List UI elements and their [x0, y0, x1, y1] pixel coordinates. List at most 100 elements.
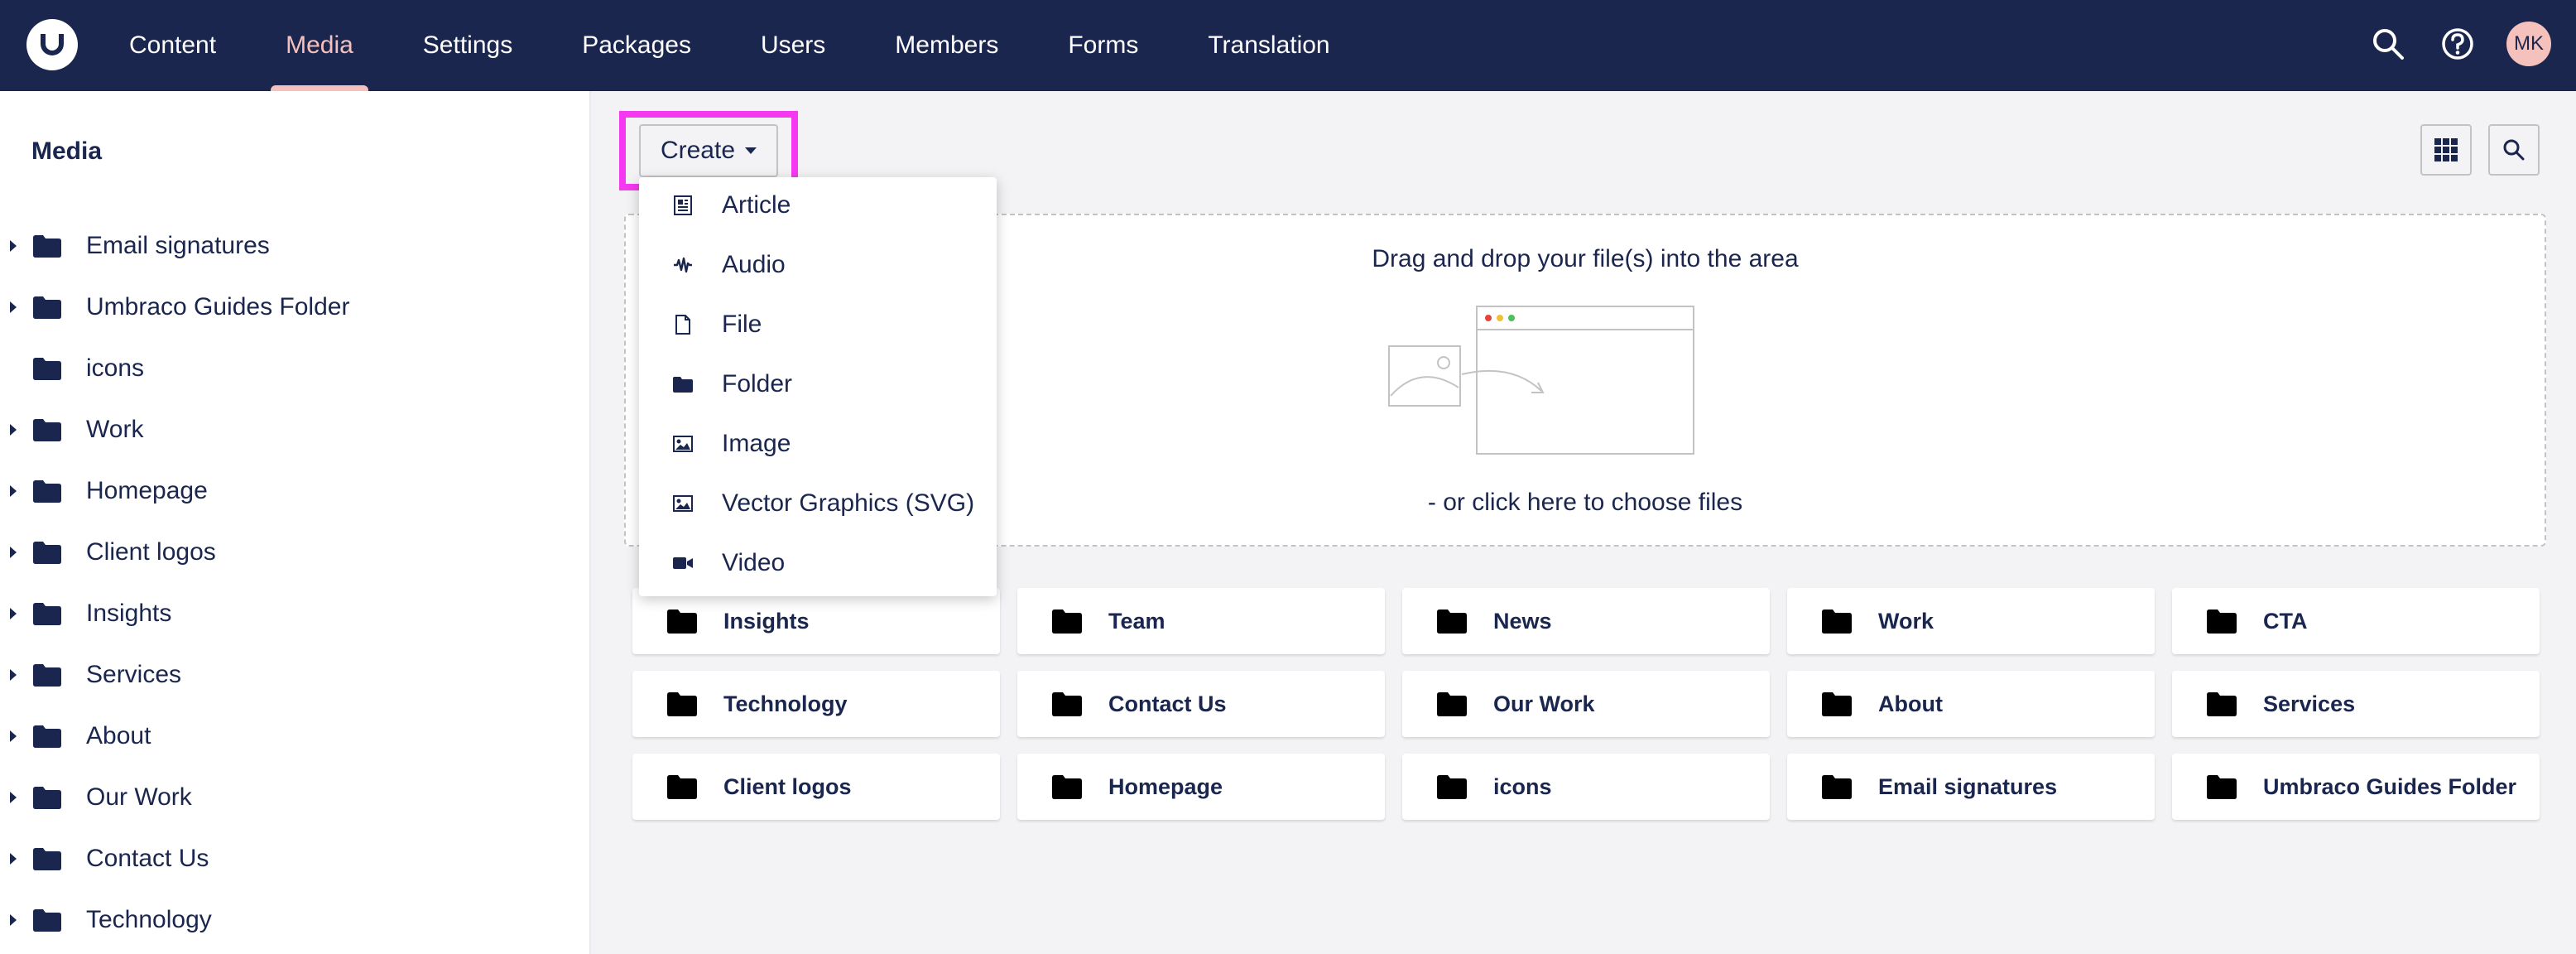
tree-item[interactable]: Contact Us [0, 828, 591, 889]
nav-users[interactable]: Users [761, 0, 825, 91]
menu-item-file[interactable]: File [639, 295, 997, 354]
folder-icon [33, 909, 61, 932]
folder-card-label: Services [2263, 691, 2356, 716]
folder-card-label: Technology [723, 691, 848, 716]
expand-caret-icon[interactable] [10, 424, 17, 436]
tree-item[interactable]: Insights [0, 583, 591, 644]
folder-card[interactable]: Homepage [1017, 754, 1385, 820]
folder-card[interactable]: Work [1787, 588, 2155, 654]
menu-item-article[interactable]: Article [639, 176, 997, 235]
folder-icon [1437, 775, 1467, 799]
folder-card[interactable]: Our Work [1402, 671, 1770, 737]
expand-caret-icon[interactable] [10, 792, 17, 803]
menu-item-label: Video [722, 549, 786, 576]
tree-item[interactable]: Work [0, 399, 591, 460]
folder-icon [33, 664, 61, 687]
nav-media[interactable]: Media [271, 0, 368, 91]
expand-caret-icon[interactable] [10, 547, 17, 558]
folder-icon [1437, 692, 1467, 716]
chevron-down-icon [745, 147, 757, 154]
expand-caret-icon[interactable] [10, 730, 17, 742]
folder-icon [667, 692, 697, 716]
create-dropdown-menu: Article Audio File Folder Image Vector G… [639, 177, 997, 596]
grid-view-button[interactable] [2420, 124, 2472, 176]
nav-content[interactable]: Content [129, 0, 216, 91]
search-media-button[interactable] [2488, 124, 2540, 176]
folder-icon [672, 373, 694, 395]
expand-caret-icon[interactable] [10, 669, 17, 681]
nav-members[interactable]: Members [895, 0, 998, 91]
image-icon [672, 433, 694, 455]
nav-translation[interactable]: Translation [1208, 0, 1329, 91]
folder-card-label: Work [1878, 608, 1934, 634]
folder-icon [33, 419, 61, 441]
menu-item-folder[interactable]: Folder [639, 354, 997, 414]
create-button[interactable]: Create [639, 124, 778, 177]
tree-item[interactable]: Technology [0, 889, 591, 951]
folder-card[interactable]: Technology [632, 671, 1000, 737]
search-icon[interactable] [2367, 23, 2409, 65]
folder-card[interactable]: About [1787, 671, 2155, 737]
folder-icon [1052, 775, 1082, 799]
image-icon [672, 493, 694, 514]
folder-icon [1822, 610, 1852, 634]
folder-card[interactable]: icons [1402, 754, 1770, 820]
folder-card[interactable]: Client logos [632, 754, 1000, 820]
nav-settings[interactable]: Settings [423, 0, 512, 91]
umbraco-logo-icon[interactable] [26, 19, 78, 70]
folder-card[interactable]: Services [2172, 671, 2540, 737]
tree-item[interactable]: Services [0, 644, 591, 706]
folder-icon [33, 358, 61, 380]
menu-item-label: Article [722, 191, 791, 219]
folder-card[interactable]: Email signatures [1787, 754, 2155, 820]
menu-item-image[interactable]: Image [639, 414, 997, 474]
folder-card[interactable]: Insights [632, 588, 1000, 654]
folder-card-label: About [1878, 691, 1943, 716]
folder-card-label: Contact Us [1108, 691, 1227, 716]
tree-item[interactable]: Our Work [0, 767, 591, 828]
expand-caret-icon[interactable] [10, 240, 17, 252]
folder-card[interactable]: Team [1017, 588, 1385, 654]
tree-item[interactable]: Homepage [0, 460, 591, 522]
tree-item[interactable]: Umbraco Guides Folder [0, 277, 591, 338]
create-button-label: Create [660, 137, 736, 164]
folder-icon [2207, 775, 2237, 799]
nav-packages[interactable]: Packages [582, 0, 691, 91]
folder-icon [1052, 610, 1082, 634]
expand-caret-icon[interactable] [10, 853, 17, 865]
menu-item-audio[interactable]: Audio [639, 235, 997, 295]
folder-card-label: Email signatures [1878, 773, 2058, 799]
folder-icon [33, 542, 61, 564]
folder-card[interactable]: News [1402, 588, 1770, 654]
tree-item-label: Client logos [86, 538, 216, 566]
sidebar-title: Media [31, 137, 103, 165]
tree-item[interactable]: Email signatures [0, 215, 591, 277]
file-icon [672, 314, 694, 335]
header-tools: MK [2367, 22, 2551, 66]
folder-icon [33, 848, 61, 870]
help-icon[interactable] [2437, 23, 2478, 65]
folder-card-label: Team [1108, 608, 1165, 634]
menu-item-label: Audio [722, 251, 786, 278]
expand-caret-icon[interactable] [10, 485, 17, 497]
folder-card[interactable]: Contact Us [1017, 671, 1385, 737]
nav-forms[interactable]: Forms [1068, 0, 1138, 91]
tree-item[interactable]: Client logos [0, 522, 591, 583]
folder-icon [1822, 692, 1852, 716]
user-avatar[interactable]: MK [2506, 22, 2551, 66]
expand-caret-icon[interactable] [10, 914, 17, 926]
menu-item-video[interactable]: Video [639, 533, 997, 593]
grid-icon [2434, 138, 2458, 161]
tree-item[interactable]: icons [0, 338, 591, 399]
menu-item-vector-graphics[interactable]: Vector Graphics (SVG) [639, 474, 997, 533]
folder-icon [667, 775, 697, 799]
folder-card[interactable]: CTA [2172, 588, 2540, 654]
expand-caret-icon[interactable] [10, 301, 17, 313]
tree-item-label: Technology [86, 906, 212, 933]
audio-icon [672, 254, 694, 276]
folder-card-label: Homepage [1108, 773, 1223, 799]
folder-icon [2207, 610, 2237, 634]
folder-card[interactable]: Umbraco Guides Folder [2172, 754, 2540, 820]
expand-caret-icon[interactable] [10, 608, 17, 619]
tree-item[interactable]: About [0, 706, 591, 767]
